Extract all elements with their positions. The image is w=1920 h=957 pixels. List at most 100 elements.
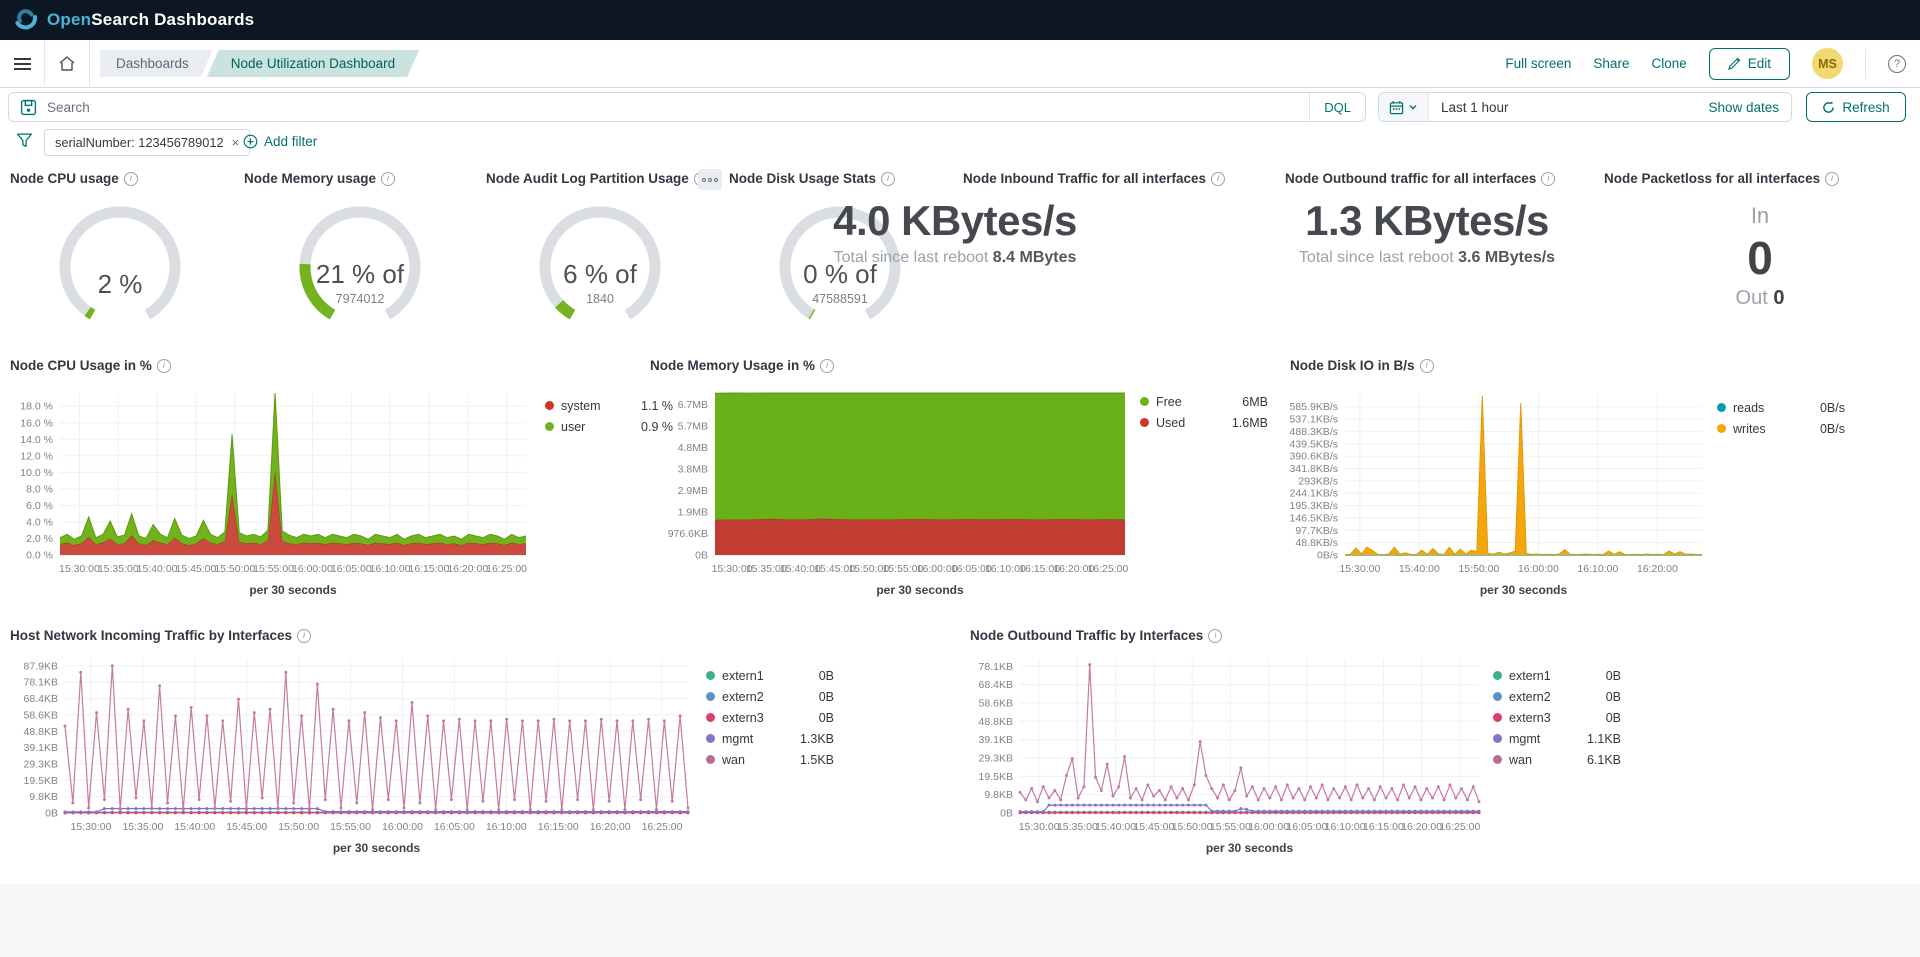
filter-funnel-icon[interactable] xyxy=(16,132,33,149)
legend-series-value: 1.5KB xyxy=(800,753,834,767)
svg-text:6.0 %: 6.0 % xyxy=(26,500,53,512)
legend-series-value: 6.1KB xyxy=(1587,753,1621,767)
incoming-traffic-chart[interactable]: 0B9.8KB19.5KB29.3KB39.1KB48.8KB58.6KB68.… xyxy=(3,651,698,868)
clone-link[interactable]: Clone xyxy=(1651,56,1686,71)
info-icon[interactable]: i xyxy=(1208,629,1222,643)
svg-text:21 % of: 21 % of xyxy=(316,259,405,289)
legend-item-Used[interactable]: Used1.6MB xyxy=(1140,412,1268,433)
info-icon[interactable]: i xyxy=(820,359,834,373)
svg-text:per 30 seconds: per 30 seconds xyxy=(876,583,964,597)
legend-item-extern1[interactable]: extern1 0B xyxy=(1493,665,1621,686)
info-icon[interactable]: i xyxy=(157,359,171,373)
user-avatar[interactable]: MS xyxy=(1812,48,1843,79)
legend-item-wan[interactable]: wan 1.5KB xyxy=(706,749,834,770)
info-icon[interactable]: i xyxy=(1825,172,1839,186)
svg-text:0B: 0B xyxy=(1000,808,1013,820)
audit-partition-gauge[interactable]: 6 % of1840 xyxy=(480,205,720,339)
cpu-usage-gauge[interactable]: 2 % xyxy=(0,205,240,339)
svg-text:15:40:00: 15:40:00 xyxy=(1399,563,1440,575)
svg-text:16:00:00: 16:00:00 xyxy=(1248,821,1289,833)
help-icon[interactable]: ? xyxy=(1888,55,1906,73)
legend-series-name: extern1 xyxy=(722,669,764,683)
legend-series-value: 0B xyxy=(819,690,834,704)
disk-io-chart[interactable]: 0B/s48.8KB/s97.7KB/s146.5KB/s195.3KB/s24… xyxy=(1285,385,1710,605)
svg-text:2.0 %: 2.0 % xyxy=(26,533,53,545)
legend-series-name: extern3 xyxy=(1509,711,1551,725)
panel-title-outbound-metric: Node Outbound traffic for all interfaces… xyxy=(1285,171,1555,186)
show-dates-link[interactable]: Show dates xyxy=(1708,100,1779,115)
svg-text:585.9KB/s: 585.9KB/s xyxy=(1290,401,1338,413)
svg-text:16:20:00: 16:20:00 xyxy=(590,821,631,833)
edit-button[interactable]: Edit xyxy=(1709,48,1790,80)
full-screen-link[interactable]: Full screen xyxy=(1505,56,1571,71)
legend-series-value: 0B/s xyxy=(1820,422,1845,436)
saved-query-icon[interactable] xyxy=(20,99,37,116)
query-bar: DQL xyxy=(8,92,1366,122)
svg-text:10.0 %: 10.0 % xyxy=(20,467,53,479)
outbound-traffic-chart[interactable]: 0B9.8KB19.5KB29.3KB39.1KB48.8KB58.6KB68.… xyxy=(962,651,1487,868)
add-filter-button[interactable]: Add filter xyxy=(243,134,317,149)
breadcrumb-dashboards[interactable]: Dashboards xyxy=(100,50,213,77)
legend-color-dot xyxy=(706,755,715,764)
home-icon xyxy=(58,55,76,73)
info-icon[interactable]: i xyxy=(881,172,895,186)
remove-filter-icon[interactable]: × xyxy=(232,135,240,150)
svg-text:195.3KB/s: 195.3KB/s xyxy=(1290,500,1338,512)
legend-item-mgmt[interactable]: mgmt1.3KB xyxy=(706,728,834,749)
svg-text:16:25:00: 16:25:00 xyxy=(1439,821,1480,833)
cpu-usage-chart[interactable]: 0.0 %2.0 %4.0 %6.0 %8.0 %10.0 %12.0 %14.… xyxy=(4,385,534,605)
legend-series-name: extern1 xyxy=(1509,669,1551,683)
svg-text:per 30 seconds: per 30 seconds xyxy=(333,841,421,855)
svg-text:16:05:00: 16:05:00 xyxy=(1286,821,1327,833)
info-icon[interactable]: i xyxy=(381,172,395,186)
svg-text:16:10:00: 16:10:00 xyxy=(1325,821,1366,833)
svg-text:48.8KB: 48.8KB xyxy=(979,716,1013,728)
info-icon[interactable]: i xyxy=(124,172,138,186)
legend-item-extern3[interactable]: extern30B xyxy=(706,707,834,728)
legend-item-extern1[interactable]: extern10B xyxy=(706,665,834,686)
legend-item-extern2[interactable]: extern20B xyxy=(1493,686,1621,707)
svg-text:15:55:00: 15:55:00 xyxy=(1210,821,1251,833)
metric-subtitle: Total since last reboot 8.4 MBytes xyxy=(790,249,1120,267)
info-icon[interactable]: i xyxy=(1211,172,1225,186)
legend-item-writes[interactable]: writes0B/s xyxy=(1717,418,1845,439)
legend-color-dot xyxy=(1140,397,1149,406)
legend-item-reads[interactable]: reads0B/s xyxy=(1717,397,1845,418)
info-icon[interactable]: i xyxy=(1420,359,1434,373)
svg-text:7974012: 7974012 xyxy=(336,292,385,306)
svg-text:15:35:00: 15:35:00 xyxy=(122,821,163,833)
legend-item-extern3[interactable]: extern30B xyxy=(1493,707,1621,728)
legend-color-dot xyxy=(545,422,554,431)
legend-item-Free[interactable]: Free6MB xyxy=(1140,391,1268,412)
legend-item-mgmt[interactable]: mgmt1.1KB xyxy=(1493,728,1621,749)
refresh-button[interactable]: Refresh xyxy=(1806,92,1906,122)
legend-series-name: wan xyxy=(722,753,745,767)
info-icon[interactable]: i xyxy=(297,629,311,643)
legend-series-name: wan xyxy=(1509,753,1532,767)
svg-text:16:20:00: 16:20:00 xyxy=(1637,563,1678,575)
home-button[interactable] xyxy=(45,40,89,87)
legend-item-wan[interactable]: wan 6.1KB xyxy=(1493,749,1621,770)
quick-select-button[interactable] xyxy=(1379,93,1429,121)
page-footer-area xyxy=(0,884,1920,957)
svg-text:16:15:00: 16:15:00 xyxy=(408,563,449,575)
memory-usage-gauge[interactable]: 21 % of 7974012 xyxy=(240,205,480,339)
menu-button[interactable] xyxy=(0,40,44,87)
metric-value: 4.0 KBytes/s xyxy=(790,197,1120,245)
share-link[interactable]: Share xyxy=(1593,56,1629,71)
info-icon[interactable]: i xyxy=(1541,172,1555,186)
dql-selector[interactable]: DQL xyxy=(1309,93,1365,121)
legend-series-name: mgmt xyxy=(1509,732,1540,746)
nav-bar: Dashboards Node Utilization Dashboard Fu… xyxy=(0,40,1920,88)
legend-series-value: 0B xyxy=(1606,669,1621,683)
panel-options-button[interactable] xyxy=(698,169,722,190)
legend-color-dot xyxy=(1493,692,1502,701)
filter-pill[interactable]: serialNumber: 123456789012× xyxy=(44,129,250,156)
search-input[interactable] xyxy=(47,100,1309,115)
memory-usage-chart[interactable]: 0B976.6KB1.9MB2.9MB3.8MB4.8MB5.7MB6.7MB1… xyxy=(645,385,1133,605)
time-range-value[interactable]: Last 1 hour xyxy=(1441,100,1509,115)
svg-text:47588591: 47588591 xyxy=(812,292,868,306)
panel-title-diskio-chart: Node Disk IO in B/si xyxy=(1290,358,1434,373)
legend-item-extern2[interactable]: extern20B xyxy=(706,686,834,707)
svg-text:5.7MB: 5.7MB xyxy=(678,420,708,432)
